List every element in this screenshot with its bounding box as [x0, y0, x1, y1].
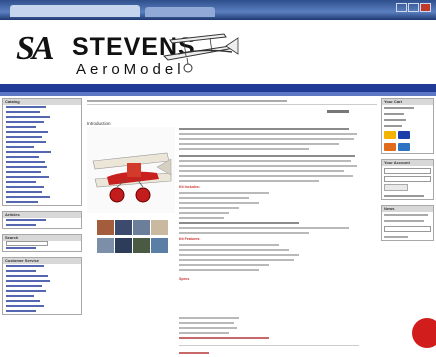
thumbnail[interactable] [97, 238, 114, 253]
mastercard-icon [384, 131, 396, 139]
account-box: Your Account [381, 159, 434, 200]
newsletter-field[interactable] [384, 226, 431, 232]
spec-table [179, 303, 359, 357]
minimize-icon[interactable] [396, 3, 407, 12]
news-box: News [381, 205, 434, 241]
thumbnail-gallery [97, 220, 177, 256]
customer-service-box: Customer Service [2, 257, 82, 315]
header-top-links [250, 44, 422, 62]
amex-icon [398, 143, 410, 151]
left-sidebar: Catalog Articles Search Customer Service [2, 98, 82, 320]
main-nav-bar[interactable] [0, 84, 436, 92]
catalog-box: Catalog [2, 98, 82, 206]
catalog-link[interactable] [3, 200, 81, 205]
kit-includes-heading: Kit Includes: [179, 185, 201, 189]
maximize-icon[interactable] [408, 3, 419, 12]
article-link[interactable] [3, 223, 81, 228]
login-button[interactable] [384, 184, 408, 191]
thumbnail[interactable] [115, 238, 132, 253]
breadcrumb[interactable] [87, 98, 377, 105]
search-box: Search [2, 234, 82, 252]
page-title: Introduction [87, 121, 111, 126]
articles-box: Articles [2, 211, 82, 229]
logo-initials[interactable]: SA [16, 30, 55, 68]
thumbnail[interactable] [151, 238, 168, 253]
discover-icon [384, 143, 396, 151]
visa-icon [398, 131, 410, 139]
add-to-cart-button[interactable] [327, 110, 349, 114]
product-description: Kit Includes: Kit Features: Specs [179, 128, 359, 284]
payment-cards-row2 [382, 141, 433, 153]
newsletter-link[interactable] [382, 234, 433, 240]
thumbnail[interactable] [133, 238, 150, 253]
cart-box: Your Cart [381, 98, 434, 154]
account-link[interactable] [382, 193, 433, 199]
news-text [382, 218, 433, 224]
biplane-logo-icon [162, 33, 239, 73]
thumbnail[interactable] [115, 220, 132, 235]
badge-corner [412, 318, 436, 348]
thumbnail[interactable] [151, 220, 168, 235]
browser-tab-active[interactable] [10, 5, 140, 17]
product-image[interactable] [87, 127, 175, 213]
thumbnail[interactable] [97, 220, 114, 235]
service-link[interactable] [3, 309, 81, 314]
payment-cards [382, 129, 433, 141]
browser-titlebar [0, 0, 436, 20]
password-field[interactable] [384, 176, 431, 182]
advanced-search-link[interactable] [3, 246, 81, 251]
kit-features-heading: Kit Features: [179, 237, 201, 241]
thumbnail[interactable] [133, 220, 150, 235]
specs-heading: Specs [179, 277, 190, 281]
main-content: Introduction Kit Includes: Kit Features:… [87, 98, 377, 354]
email-field[interactable] [384, 168, 431, 174]
account-heading: Your Account [382, 160, 433, 166]
sub-nav-bar [0, 92, 436, 96]
right-sidebar: Your Cart Your Account News [381, 98, 434, 246]
browser-tab[interactable] [145, 7, 215, 17]
close-icon[interactable] [420, 3, 431, 12]
